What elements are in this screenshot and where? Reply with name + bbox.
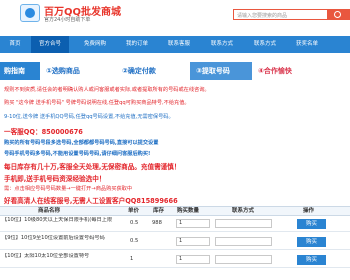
product-price: 0.5 <box>130 220 139 226</box>
search-button[interactable] <box>327 9 350 20</box>
nav-item-service[interactable]: 联系客服 <box>160 36 198 53</box>
contact-input[interactable] <box>215 219 272 228</box>
nav-item-winners[interactable]: 获奖名单 <box>288 36 326 53</box>
notice-line: 购买的所有号码号段多选号码,全部都都号码号码,直接可以提交设置 <box>4 140 159 146</box>
notice-line: 9-10位,送今牌 送手机QQ号码,任登qq号码设置,不给充值,无需密保号码。 <box>4 114 174 120</box>
main-nav: 首页 官方合号 免费网购 我的订单 联系客服 联系方式 联系方式 获奖名单 <box>0 36 350 53</box>
notice-line: 手机即,送手机号码资深经验选中！ <box>4 175 106 183</box>
table-row: 【10位】太阳10太10位全部设置特号 1 1 购买 <box>0 252 350 268</box>
qq-logo-icon <box>20 4 40 22</box>
table-row: 【10位】10级80天以上天保日限手机(每日上限在线) 0.5 988 1 购买 <box>0 216 350 232</box>
table-row: 【9位】10位9至10位设置前后设置号码号码 0.5 1 购买 <box>0 234 350 250</box>
purchase-steps: 购指南 ①选购商品 ②确定付款 ③提取号码 ④合作愉快 <box>0 62 350 80</box>
nav-item-orders[interactable]: 我的订单 <box>118 36 156 53</box>
product-price: 0.5 <box>130 238 139 244</box>
step-select: ①选购商品 <box>46 67 80 75</box>
notice-line: 每日库存有几十万,客服全天处理,无保密商品。充值需谨慎！ <box>4 163 181 171</box>
logo-subtitle: 官方24小时自助下单 <box>44 17 91 23</box>
service-qq: 一客服QQ：850000676 <box>4 128 83 136</box>
quantity-input[interactable]: 1 <box>176 219 210 228</box>
notice-line: 需：点击相应号码号码数量→一键打开→商品购买获取中 <box>4 186 133 192</box>
buy-button[interactable]: 购买 <box>297 237 326 247</box>
contact-input[interactable] <box>215 237 272 246</box>
step-pay: ②确定付款 <box>122 67 156 75</box>
product-name: 【10位】太阳10太10位全部设置特号 <box>2 253 90 259</box>
step-guide: 购指南 <box>0 62 40 80</box>
search-input[interactable]: 请输入您要搜索的商品 <box>233 9 328 20</box>
contact-input[interactable] <box>215 255 272 264</box>
site-logo[interactable]: 百万QQ批发商城 官方24小时自助下单 <box>20 2 121 28</box>
nav-item-home[interactable]: 首页 <box>2 36 28 53</box>
notice-line: 购买 "这今牌 送手机号码" 号牌号码说明在线,任登qq可购买商品特号,不给充值… <box>4 100 190 106</box>
step-done: ④合作愉快 <box>258 67 292 75</box>
product-name: 【9位】10位9至10位设置前后设置号码号码 <box>2 235 105 241</box>
nav-item-official[interactable]: 官方合号 <box>31 36 69 53</box>
quantity-input[interactable]: 1 <box>176 237 210 246</box>
notice-line: 号码手机号码多号码,不能用设置号码号码,请仔细问客服后购买! <box>4 151 151 157</box>
buy-button[interactable]: 购买 <box>297 255 326 265</box>
nav-item-contact-2[interactable]: 联系方式 <box>246 36 284 53</box>
nav-item-contact[interactable]: 联系方式 <box>203 36 241 53</box>
product-price: 1 <box>130 256 134 262</box>
notice-line: 好看高清人在线客服号,无需人工设置客户QQ815899666 <box>4 197 178 205</box>
quantity-input[interactable]: 1 <box>176 255 210 264</box>
notice-line: 规则不到资质,请任会的者明确认购人或问客服或者实际,或者提取所有的号码或在线咨询… <box>4 87 210 93</box>
product-stock: 988 <box>152 220 162 226</box>
step-extract: ③提取号码 <box>190 62 252 80</box>
product-name: 【10位】10级80天以上天保日限手机(每日上限在线) <box>2 217 112 223</box>
site-header: 百万QQ批发商城 官方24小时自助下单 请输入您要搜索的商品 <box>0 0 350 33</box>
nav-item-free[interactable]: 免费网购 <box>76 36 114 53</box>
table-header: 商品名称 单价 库存 购买数量 联系方式 操作 <box>0 206 350 216</box>
buy-button[interactable]: 购买 <box>297 219 326 229</box>
